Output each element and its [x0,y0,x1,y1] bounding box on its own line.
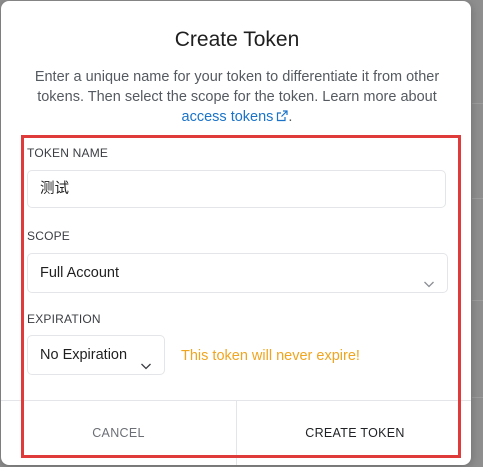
external-link-icon [276,108,289,128]
background-divider [472,198,483,199]
highlight-annotation [21,135,461,458]
background-divider [472,300,483,301]
description-period: . [288,109,293,125]
background-divider [472,103,483,104]
access-tokens-link-label: access tokens [181,109,274,125]
dialog-title: Create Token [174,28,300,51]
dialog-description: Enter a unique name for your token to di… [19,67,455,128]
description-text: Enter a unique name for your token to di… [34,69,440,105]
create-token-dialog: Create Token Enter a unique name for you… [1,1,471,465]
access-tokens-link[interactable]: access tokens [182,109,289,125]
background-divider [472,397,483,398]
